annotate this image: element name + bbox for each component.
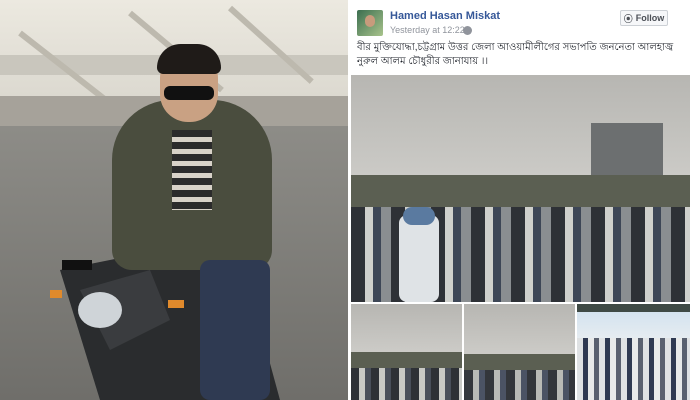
- post-timestamp[interactable]: Yesterday at 12:22 ·: [390, 25, 470, 35]
- rider-shirt: [172, 130, 212, 210]
- crowd: [464, 370, 575, 400]
- sunglasses: [164, 86, 214, 100]
- post-photo-main[interactable]: [351, 75, 690, 302]
- post-photo-thumb-1[interactable]: [351, 304, 462, 400]
- tent-roof: [577, 304, 690, 312]
- follow-button[interactable]: ⦿ Follow: [620, 10, 668, 26]
- globe-icon: [463, 26, 472, 35]
- crowd: [577, 338, 690, 400]
- rider-jeans: [200, 260, 270, 400]
- post-photo-thumb-2[interactable]: [464, 304, 575, 400]
- rss-icon: ⦿: [623, 13, 633, 24]
- person: [399, 215, 439, 302]
- follow-label: Follow: [635, 13, 665, 23]
- post-photo-thumb-3[interactable]: [577, 304, 690, 400]
- post-caption: বীর মুক্তিযোদ্ধা,চট্টগ্রাম উত্তর জেলা আও…: [357, 42, 674, 67]
- author-name-link[interactable]: Hamed Hasan Miskat: [390, 10, 500, 22]
- motorcycle-photo[interactable]: [0, 0, 348, 400]
- crowd: [351, 368, 462, 400]
- avatar[interactable]: [357, 10, 383, 36]
- rider-hair: [157, 44, 221, 74]
- prayer-cap: [403, 207, 435, 225]
- facebook-post: Hamed Hasan Miskat Yesterday at 12:22 · …: [350, 0, 700, 400]
